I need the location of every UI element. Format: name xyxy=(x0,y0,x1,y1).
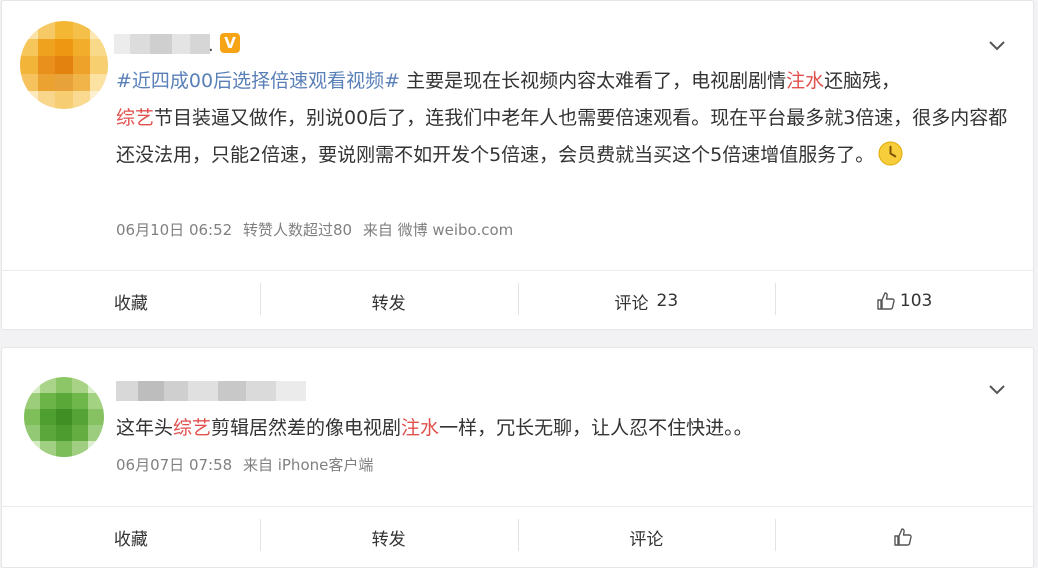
post-time[interactable]: 06月10日 06:52 xyxy=(116,221,232,239)
like-button[interactable]: 103 xyxy=(775,271,1033,331)
blurred-username[interactable] xyxy=(114,34,210,54)
post-text: 这年头综艺剪辑居然差的像电视剧注水一样，冗长无聊，让人忍不住快进。。 xyxy=(116,410,1008,447)
post-time[interactable]: 06月07日 07:58 xyxy=(116,456,232,474)
highlight-keyword: 注水 xyxy=(786,70,825,92)
weibo-post-card: . V #近四成00后选择倍速观看视频# 主要是现在长视频内容太难看了，电视剧剧… xyxy=(1,0,1034,330)
repost-label: 转发 xyxy=(371,529,406,550)
highlight-keyword: 注水 xyxy=(401,417,440,439)
thumbs-up-icon xyxy=(894,528,912,546)
repost-label: 转发 xyxy=(371,293,406,314)
text-segment: 节目装逼又做作，别说00后了，连我们中老年人也需要倍速观看。现在平台最多就3倍速… xyxy=(116,107,1008,166)
favorite-button[interactable]: 收藏 xyxy=(2,507,260,567)
action-bar: 收藏 转发 评论 xyxy=(2,506,1033,567)
repost-button[interactable]: 转发 xyxy=(259,507,518,567)
name-dot: . xyxy=(208,35,214,56)
comment-button[interactable]: 评论 23 xyxy=(517,271,776,331)
post-source[interactable]: 来自 iPhone客户端 xyxy=(243,456,373,474)
text-segment: 剪辑居然差的像电视剧 xyxy=(211,417,402,439)
clock-emoji-icon xyxy=(878,141,903,166)
highlight-keyword: 综艺 xyxy=(116,107,155,129)
favorite-button[interactable]: 收藏 xyxy=(2,271,260,331)
hashtag-link[interactable]: #近四成00后选择倍速观看视频# xyxy=(116,70,400,92)
user-avatar[interactable] xyxy=(24,377,104,457)
comment-count: 23 xyxy=(656,291,679,311)
like-count: 103 xyxy=(899,291,933,311)
chevron-down-icon[interactable] xyxy=(986,34,1008,56)
comment-label: 评论 xyxy=(629,529,664,550)
comment-label: 评论 xyxy=(614,293,649,314)
text-segment: 这年头 xyxy=(116,417,174,439)
post-meta: 06月07日 07:58 来自 iPhone客户端 xyxy=(116,454,379,475)
post-meta: 06月10日 06:52 转赞人数超过80 来自 微博 weibo.com xyxy=(116,219,519,240)
blurred-username[interactable] xyxy=(116,381,306,401)
comment-button[interactable]: 评论 xyxy=(517,507,776,567)
favorite-label: 收藏 xyxy=(113,293,148,314)
vip-badge-icon: V xyxy=(220,33,240,53)
text-segment: 主要是现在长视频内容太难看了，电视剧剧情 xyxy=(406,70,787,92)
like-button[interactable] xyxy=(775,507,1033,567)
favorite-label: 收藏 xyxy=(113,529,148,550)
thumbs-up-icon xyxy=(877,292,895,310)
text-segment: 还脑残， xyxy=(824,70,901,92)
repost-button[interactable]: 转发 xyxy=(259,271,518,331)
post-source[interactable]: 来自 微博 weibo.com xyxy=(363,221,513,239)
repost-count-note: 转赞人数超过80 xyxy=(242,221,353,239)
chevron-down-icon[interactable] xyxy=(986,378,1008,400)
text-segment: 一样，冗长无聊，让人忍不住快进。。 xyxy=(439,417,753,439)
action-bar: 收藏 转发 评论 23 103 xyxy=(2,270,1033,331)
user-avatar[interactable] xyxy=(20,21,108,109)
post-text: #近四成00后选择倍速观看视频# 主要是现在长视频内容太难看了，电视剧剧情注水还… xyxy=(116,63,1008,174)
weibo-post-card: 这年头综艺剪辑居然差的像电视剧注水一样，冗长无聊，让人忍不住快进。。 06月07… xyxy=(1,347,1034,568)
highlight-keyword: 综艺 xyxy=(173,417,212,439)
